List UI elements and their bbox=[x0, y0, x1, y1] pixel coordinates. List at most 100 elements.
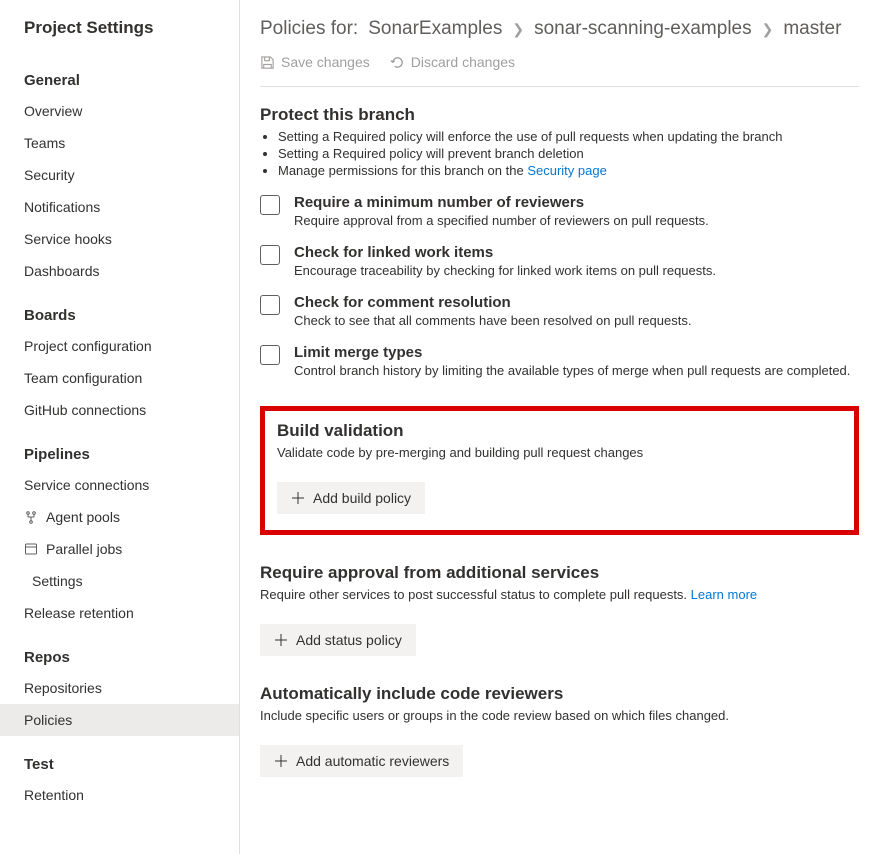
discard-button[interactable]: Discard changes bbox=[390, 54, 515, 70]
services-title: Require approval from additional service… bbox=[260, 563, 859, 583]
sidebar-item-label: GitHub connections bbox=[24, 402, 146, 418]
save-button[interactable]: Save changes bbox=[260, 54, 370, 70]
breadcrumb-item-1[interactable]: sonar-scanning-examples bbox=[534, 18, 752, 40]
learn-more-link[interactable]: Learn more bbox=[691, 587, 757, 602]
divider bbox=[260, 86, 859, 87]
sidebar-item-label: Project configuration bbox=[24, 338, 152, 354]
policy-desc: Check to see that all comments have been… bbox=[294, 313, 691, 328]
sidebar-item-label: Dashboards bbox=[24, 263, 100, 279]
sidebar-item-security[interactable]: Security bbox=[0, 159, 239, 191]
security-page-link[interactable]: Security page bbox=[527, 163, 607, 178]
sidebar-item-label: Teams bbox=[24, 135, 65, 151]
sidebar-item-policies[interactable]: Policies bbox=[0, 704, 239, 736]
sidebar-item-repositories[interactable]: Repositories bbox=[0, 672, 239, 704]
checkbox-limit-merge-types[interactable] bbox=[260, 345, 280, 365]
checkbox-min-reviewers[interactable] bbox=[260, 195, 280, 215]
breadcrumb-item-2[interactable]: master bbox=[783, 18, 841, 40]
sidebar-item-service-hooks[interactable]: Service hooks bbox=[0, 223, 239, 255]
sidebar-item-retention[interactable]: Retention bbox=[0, 779, 239, 811]
sidebar-item-label: Service connections bbox=[24, 477, 149, 493]
sidebar-item-label: Overview bbox=[24, 103, 82, 119]
policy-desc: Encourage traceability by checking for l… bbox=[294, 263, 716, 278]
policy-desc: Require approval from a specified number… bbox=[294, 213, 709, 228]
sidebar-item-label: Security bbox=[24, 167, 75, 183]
sidebar-item-teams[interactable]: Teams bbox=[0, 127, 239, 159]
add-build-label: Add build policy bbox=[313, 490, 411, 506]
protect-bullet-3: Manage permissions for this branch on th… bbox=[278, 163, 859, 178]
breadcrumb-item-0[interactable]: SonarExamples bbox=[368, 18, 502, 40]
sidebar-item-label: Agent pools bbox=[46, 509, 120, 525]
main-panel: Policies for: SonarExamples ❯ sonar-scan… bbox=[240, 0, 883, 854]
policy-min-reviewers: Require a minimum number of reviewers Re… bbox=[260, 194, 859, 228]
protect-bullet-2: Setting a Required policy will prevent b… bbox=[278, 146, 859, 161]
add-build-policy-button[interactable]: Add build policy bbox=[277, 482, 425, 514]
policy-linked-work-items: Check for linked work items Encourage tr… bbox=[260, 244, 859, 278]
build-title: Build validation bbox=[277, 421, 842, 441]
add-auto-reviewers-button[interactable]: Add automatic reviewers bbox=[260, 745, 463, 777]
sidebar-item-label: Retention bbox=[24, 787, 84, 803]
sidebar-item-service-connections[interactable]: Service connections bbox=[0, 469, 239, 501]
reviewers-desc: Include specific users or groups in the … bbox=[260, 708, 859, 723]
undo-icon bbox=[390, 55, 405, 70]
sidebar-item-github-connections[interactable]: GitHub connections bbox=[0, 394, 239, 426]
sidebar-item-settings[interactable]: Settings bbox=[0, 565, 239, 597]
policy-limit-merge-types: Limit merge types Control branch history… bbox=[260, 344, 859, 378]
checkbox-comment-resolution[interactable] bbox=[260, 295, 280, 315]
sidebar-group-title: Boards bbox=[0, 301, 239, 330]
sidebar-item-dashboards[interactable]: Dashboards bbox=[0, 255, 239, 287]
breadcrumb-label: Policies for: bbox=[260, 18, 358, 40]
policy-title: Check for linked work items bbox=[294, 244, 716, 261]
window-icon bbox=[24, 542, 38, 556]
policy-title: Check for comment resolution bbox=[294, 294, 691, 311]
sidebar-group-title: Test bbox=[0, 750, 239, 779]
plus-icon bbox=[291, 491, 305, 505]
sidebar: Project Settings General Overview Teams Sec… bbox=[0, 0, 240, 854]
sidebar-item-overview[interactable]: Overview bbox=[0, 95, 239, 127]
additional-services-section: Require approval from additional service… bbox=[260, 563, 859, 656]
sidebar-group-title: General bbox=[0, 66, 239, 95]
sidebar-item-label: Notifications bbox=[24, 199, 100, 215]
sidebar-item-release-retention[interactable]: Release retention bbox=[0, 597, 239, 629]
sidebar-group-title: Repos bbox=[0, 643, 239, 672]
sidebar-item-label: Release retention bbox=[24, 605, 134, 621]
plus-icon bbox=[274, 633, 288, 647]
checkbox-linked-work-items[interactable] bbox=[260, 245, 280, 265]
chevron-right-icon: ❯ bbox=[762, 21, 774, 38]
add-status-label: Add status policy bbox=[296, 632, 402, 648]
sidebar-title: Project Settings bbox=[0, 18, 239, 52]
discard-label: Discard changes bbox=[411, 54, 515, 70]
protect-title: Protect this branch bbox=[260, 105, 859, 125]
policy-title: Limit merge types bbox=[294, 344, 850, 361]
save-label: Save changes bbox=[281, 54, 370, 70]
build-validation-highlight: Build validation Validate code by pre-me… bbox=[260, 406, 859, 535]
policy-title: Require a minimum number of reviewers bbox=[294, 194, 709, 211]
breadcrumb: Policies for: SonarExamples ❯ sonar-scan… bbox=[260, 18, 859, 40]
policy-comment-resolution: Check for comment resolution Check to se… bbox=[260, 294, 859, 328]
sidebar-item-label: Policies bbox=[24, 712, 72, 728]
protect-section: Protect this branch Setting a Required p… bbox=[260, 105, 859, 378]
save-icon bbox=[260, 55, 275, 70]
reviewers-title: Automatically include code reviewers bbox=[260, 684, 859, 704]
sidebar-item-label: Service hooks bbox=[24, 231, 112, 247]
protect-bullets: Setting a Required policy will enforce t… bbox=[260, 129, 859, 178]
sidebar-item-parallel-jobs[interactable]: Parallel jobs bbox=[0, 533, 239, 565]
add-status-policy-button[interactable]: Add status policy bbox=[260, 624, 416, 656]
sidebar-item-notifications[interactable]: Notifications bbox=[0, 191, 239, 223]
sidebar-item-project-configuration[interactable]: Project configuration bbox=[0, 330, 239, 362]
sidebar-group-title: Pipelines bbox=[0, 440, 239, 469]
sidebar-item-agent-pools[interactable]: Agent pools bbox=[0, 501, 239, 533]
agent-pools-icon bbox=[24, 510, 38, 524]
plus-icon bbox=[274, 754, 288, 768]
build-desc: Validate code by pre-merging and buildin… bbox=[277, 445, 842, 460]
services-desc: Require other services to post successfu… bbox=[260, 587, 859, 602]
auto-reviewers-section: Automatically include code reviewers Inc… bbox=[260, 684, 859, 777]
sidebar-item-label: Repositories bbox=[24, 680, 102, 696]
protect-bullet-1: Setting a Required policy will enforce t… bbox=[278, 129, 859, 144]
chevron-right-icon: ❯ bbox=[512, 21, 524, 38]
sidebar-item-label: Team configuration bbox=[24, 370, 142, 386]
sidebar-item-label: Settings bbox=[32, 573, 83, 589]
policy-desc: Control branch history by limiting the a… bbox=[294, 363, 850, 378]
toolbar: Save changes Discard changes bbox=[260, 44, 859, 86]
sidebar-item-team-configuration[interactable]: Team configuration bbox=[0, 362, 239, 394]
add-reviewers-label: Add automatic reviewers bbox=[296, 753, 449, 769]
